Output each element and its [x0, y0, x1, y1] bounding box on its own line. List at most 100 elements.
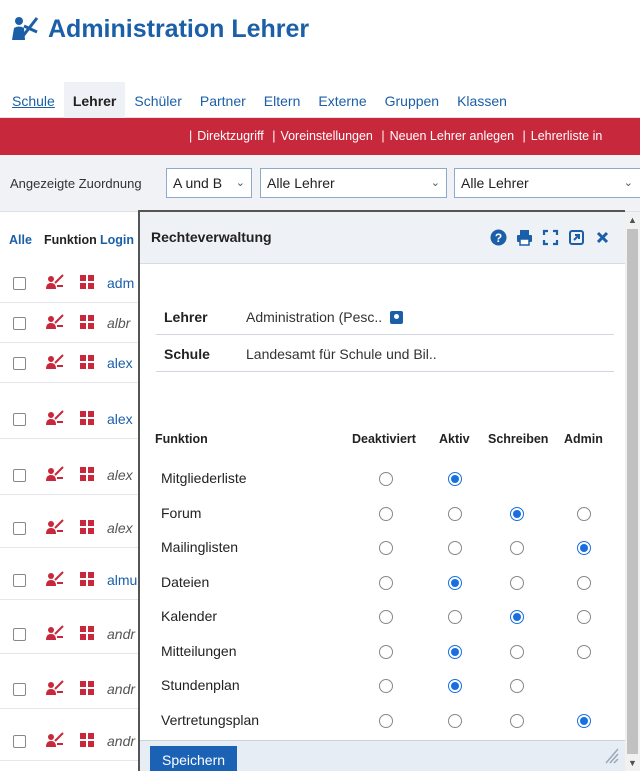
edit-user-icon[interactable]	[46, 519, 64, 535]
scrollbar-thumb[interactable]	[627, 229, 638, 754]
radio-schreiben[interactable]	[510, 644, 524, 659]
login-link[interactable]: andr	[107, 681, 135, 697]
login-link[interactable]: albr	[107, 315, 130, 331]
row-checkbox[interactable]	[13, 574, 26, 587]
radio-aktiv[interactable]	[448, 679, 462, 693]
radio-admin[interactable]	[577, 713, 591, 728]
page-title: Administration Lehrer	[10, 12, 309, 46]
login-link[interactable]: alex	[107, 520, 133, 536]
tab-eltern[interactable]: Eltern	[255, 82, 310, 118]
radio-deaktiviert[interactable]	[379, 713, 393, 728]
fullscreen-icon[interactable]	[542, 229, 559, 246]
row-checkbox[interactable]	[13, 277, 26, 290]
edit-user-icon[interactable]	[46, 571, 64, 587]
row-checkbox[interactable]	[13, 683, 26, 696]
row-checkbox[interactable]	[13, 317, 26, 330]
radio-admin[interactable]	[577, 644, 591, 659]
radio-aktiv[interactable]	[448, 644, 462, 659]
select-all-link[interactable]: Alle	[9, 233, 32, 247]
tab-schueler[interactable]: Schüler	[125, 82, 190, 118]
rights-grid-icon[interactable]	[80, 626, 94, 640]
save-button[interactable]: Speichern	[150, 746, 238, 771]
login-link[interactable]: andr	[107, 626, 135, 642]
radio-schreiben[interactable]	[510, 679, 524, 693]
tab-partner[interactable]: Partner	[191, 82, 255, 118]
rights-grid-icon[interactable]	[80, 681, 94, 695]
scroll-up-arrow-icon[interactable]: ▲	[628, 215, 637, 225]
radio-schreiben[interactable]	[510, 541, 524, 555]
login-link[interactable]: alex	[107, 355, 133, 371]
row-checkbox[interactable]	[13, 735, 26, 748]
radio-admin[interactable]	[577, 506, 591, 521]
tab-gruppen[interactable]: Gruppen	[376, 82, 448, 118]
rights-grid-icon[interactable]	[80, 733, 94, 747]
login-link[interactable]: alex	[107, 411, 133, 427]
login-link[interactable]: alex	[107, 467, 133, 483]
radio-admin[interactable]	[577, 541, 591, 555]
radio-deaktiviert[interactable]	[379, 610, 393, 624]
login-link[interactable]: adm	[107, 275, 134, 291]
tab-externe[interactable]: Externe	[309, 82, 375, 118]
radio-deaktiviert[interactable]	[379, 679, 393, 693]
tab-lehrer[interactable]: Lehrer	[63, 82, 126, 118]
edit-user-icon[interactable]	[46, 274, 64, 290]
link-lehrerliste[interactable]: Lehrerliste in	[531, 129, 603, 143]
edit-user-icon[interactable]	[46, 314, 64, 330]
radio-deaktiviert[interactable]	[379, 472, 393, 486]
edit-user-icon[interactable]	[46, 354, 64, 370]
row-checkbox[interactable]	[13, 628, 26, 641]
help-icon[interactable]: ?	[490, 229, 507, 246]
radio-schreiben[interactable]	[510, 506, 524, 521]
contact-card-icon[interactable]	[390, 311, 404, 324]
row-checkbox[interactable]	[13, 469, 26, 482]
link-neuen-lehrer-anlegen[interactable]: Neuen Lehrer anlegen	[390, 129, 514, 143]
radio-aktiv[interactable]	[448, 575, 462, 590]
edit-user-icon[interactable]	[46, 680, 64, 696]
rights-grid-icon[interactable]	[80, 275, 94, 289]
edit-user-icon[interactable]	[46, 732, 64, 748]
edit-user-icon[interactable]	[46, 410, 64, 426]
vertical-scrollbar[interactable]: ▲ ▼	[625, 212, 640, 771]
assignment-select[interactable]: A und B ⌄	[166, 168, 252, 198]
close-icon[interactable]	[594, 229, 611, 246]
radio-admin[interactable]	[577, 575, 591, 590]
external-link-icon[interactable]	[568, 229, 585, 246]
radio-aktiv[interactable]	[448, 541, 462, 555]
link-voreinstellungen[interactable]: Voreinstellungen	[280, 129, 372, 143]
scroll-down-arrow-icon[interactable]: ▼	[628, 758, 637, 768]
teacher-filter-select[interactable]: Alle Lehrer ⌄	[260, 168, 447, 198]
radio-schreiben[interactable]	[510, 713, 524, 728]
radio-schreiben[interactable]	[510, 610, 524, 624]
radio-admin[interactable]	[577, 610, 591, 624]
row-checkbox[interactable]	[13, 522, 26, 535]
rights-grid-icon[interactable]	[80, 355, 94, 369]
radio-aktiv[interactable]	[448, 506, 462, 521]
rights-grid-icon[interactable]	[80, 520, 94, 534]
rights-grid-icon[interactable]	[80, 572, 94, 586]
edit-user-icon[interactable]	[46, 625, 64, 641]
row-checkbox[interactable]	[13, 413, 26, 426]
tab-klassen[interactable]: Klassen	[448, 82, 516, 118]
radio-deaktiviert[interactable]	[379, 541, 393, 555]
rights-grid-icon[interactable]	[80, 315, 94, 329]
radio-aktiv[interactable]	[448, 472, 462, 486]
edit-user-icon[interactable]	[46, 466, 64, 482]
tab-schule[interactable]: Schule	[0, 82, 64, 118]
radio-aktiv[interactable]	[448, 713, 462, 728]
rights-grid-icon[interactable]	[80, 411, 94, 425]
radio-deaktiviert[interactable]	[379, 644, 393, 659]
login-link[interactable]: almu	[107, 572, 137, 588]
teacher-filter-select-2[interactable]: Alle Lehrer ⌄	[454, 168, 640, 198]
login-link[interactable]: andr	[107, 733, 135, 749]
radio-deaktiviert[interactable]	[379, 506, 393, 521]
radio-schreiben[interactable]	[510, 575, 524, 590]
radio-aktiv[interactable]	[448, 610, 462, 624]
rights-grid-icon[interactable]	[80, 467, 94, 481]
resize-grip-icon[interactable]	[605, 747, 619, 765]
link-direktzugriff[interactable]: Direktzugriff	[197, 129, 263, 143]
row-checkbox[interactable]	[13, 357, 26, 370]
radio-deaktiviert[interactable]	[379, 575, 393, 590]
action-toolbar: | Direktzugriff | Voreinstellungen | Neuen …	[0, 118, 640, 155]
print-icon[interactable]	[516, 229, 533, 246]
column-header-login[interactable]: Login	[100, 233, 134, 247]
